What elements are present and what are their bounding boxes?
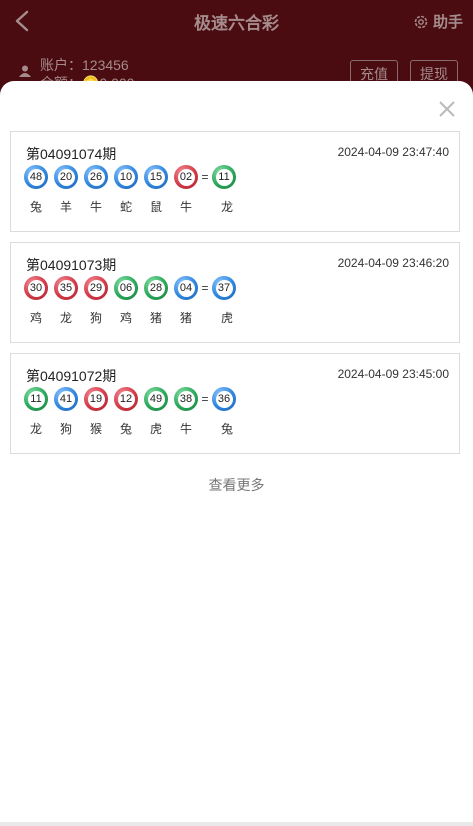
close-icon[interactable] bbox=[437, 99, 457, 119]
ball-number: 35 bbox=[57, 279, 75, 297]
top-bar: 极速六合彩 助手 bbox=[0, 0, 473, 42]
lottery-ball: 38 bbox=[174, 387, 198, 411]
zodiac-label: 鼠 bbox=[149, 200, 162, 214]
ball-number: 04 bbox=[177, 279, 195, 297]
helper-label: 助手 bbox=[432, 14, 463, 31]
user-icon bbox=[19, 65, 31, 77]
zodiac-label: 蛇 bbox=[119, 200, 132, 214]
ball-number: 38 bbox=[177, 390, 195, 408]
lottery-ball: 20 bbox=[54, 165, 78, 189]
lottery-ball: 15 bbox=[144, 165, 168, 189]
lottery-ball: 48 bbox=[24, 165, 48, 189]
zodiac-label: 羊 bbox=[59, 200, 72, 214]
ball-number: 11 bbox=[27, 390, 45, 408]
lottery-ball: 29 bbox=[84, 276, 108, 300]
zodiac-row: 兔羊牛蛇鼠牛龙 bbox=[24, 198, 245, 215]
draw-time: 2024-04-09 23:47:40 bbox=[337, 145, 449, 159]
zodiac-label: 牛 bbox=[89, 200, 102, 214]
zodiac-row: 鸡龙狗鸡猪猪虎 bbox=[24, 309, 245, 326]
zodiac-label: 猪 bbox=[179, 311, 192, 325]
ball-number: 10 bbox=[117, 168, 135, 186]
ball-number: 11 bbox=[215, 168, 233, 186]
zodiac-label: 虎 bbox=[149, 422, 162, 436]
view-more-link[interactable]: 查看更多 bbox=[0, 475, 473, 495]
equals-sign: = bbox=[201, 281, 209, 295]
zodiac-label: 猪 bbox=[149, 311, 162, 325]
lottery-ball: 11 bbox=[24, 387, 48, 411]
ball-number: 20 bbox=[57, 168, 75, 186]
back-arrow-icon[interactable] bbox=[12, 9, 34, 33]
account-id: 账户：123456 bbox=[40, 57, 129, 73]
ball-number: 19 bbox=[87, 390, 105, 408]
lottery-ball: 49 bbox=[144, 387, 168, 411]
draw-period: 第04091073期 bbox=[26, 257, 117, 273]
ball-row: 30 35 29 06 28 04 = 37 bbox=[24, 276, 242, 300]
zodiac-label: 兔 bbox=[29, 200, 42, 214]
ball-number: 48 bbox=[27, 168, 45, 186]
ball-number: 28 bbox=[147, 279, 165, 297]
ball-number: 37 bbox=[215, 279, 233, 297]
draw-period: 第04091072期 bbox=[26, 368, 117, 384]
ball-number: 06 bbox=[117, 279, 135, 297]
zodiac-label: 鸡 bbox=[119, 311, 132, 325]
equals-sign: = bbox=[201, 392, 209, 406]
ball-number: 26 bbox=[87, 168, 105, 186]
zodiac-label: 猴 bbox=[89, 422, 102, 436]
ball-number: 49 bbox=[147, 390, 165, 408]
bottom-divider bbox=[0, 822, 473, 826]
zodiac-label: 牛 bbox=[179, 422, 192, 436]
ball-number: 12 bbox=[117, 390, 135, 408]
draw-time: 2024-04-09 23:46:20 bbox=[337, 256, 449, 270]
lottery-ball: 10 bbox=[114, 165, 138, 189]
zodiac-label: 虎 bbox=[220, 311, 233, 325]
lottery-ball: 06 bbox=[114, 276, 138, 300]
helper-button[interactable]: 助手 bbox=[413, 11, 463, 32]
ball-number: 15 bbox=[147, 168, 165, 186]
draw-time: 2024-04-09 23:45:00 bbox=[337, 367, 449, 381]
zodiac-label: 狗 bbox=[89, 311, 102, 325]
zodiac-label: 兔 bbox=[119, 422, 132, 436]
lottery-ball: 30 bbox=[24, 276, 48, 300]
zodiac-label: 兔 bbox=[220, 422, 233, 436]
zodiac-label: 狗 bbox=[59, 422, 72, 436]
ball-number: 41 bbox=[57, 390, 75, 408]
draw-period: 第04091074期 bbox=[26, 146, 117, 162]
lottery-ball: 41 bbox=[54, 387, 78, 411]
zodiac-label: 鸡 bbox=[29, 311, 42, 325]
zodiac-label: 龙 bbox=[220, 200, 233, 214]
special-ball: 37 bbox=[212, 276, 236, 300]
draw-card: 第04091074期 2024-04-09 23:47:40 48 20 26 10 15 0… bbox=[10, 131, 460, 232]
zodiac-label: 龙 bbox=[59, 311, 72, 325]
equals-sign: = bbox=[201, 170, 209, 184]
zodiac-row: 龙狗猴兔虎牛兔 bbox=[24, 420, 245, 437]
lottery-ball: 35 bbox=[54, 276, 78, 300]
draw-history-sheet: 第04091074期 2024-04-09 23:47:40 48 20 26 10 15 0… bbox=[0, 81, 473, 826]
gear-icon bbox=[414, 15, 428, 28]
lottery-ball: 19 bbox=[84, 387, 108, 411]
lottery-ball: 04 bbox=[174, 276, 198, 300]
ball-row: 48 20 26 10 15 02 = 11 bbox=[24, 165, 242, 189]
ball-number: 30 bbox=[27, 279, 45, 297]
page-title: 极速六合彩 bbox=[194, 13, 279, 33]
lottery-ball: 26 bbox=[84, 165, 108, 189]
lottery-ball: 02 bbox=[174, 165, 198, 189]
draw-card: 第04091073期 2024-04-09 23:46:20 30 35 29 06 28 0… bbox=[10, 242, 460, 343]
ball-number: 02 bbox=[177, 168, 195, 186]
zodiac-label: 龙 bbox=[29, 422, 42, 436]
ball-number: 36 bbox=[215, 390, 233, 408]
draw-card: 第04091072期 2024-04-09 23:45:00 11 41 19 12 49 3… bbox=[10, 353, 460, 454]
special-ball: 11 bbox=[212, 165, 236, 189]
special-ball: 36 bbox=[212, 387, 236, 411]
ball-number: 29 bbox=[87, 279, 105, 297]
lottery-ball: 28 bbox=[144, 276, 168, 300]
zodiac-label: 牛 bbox=[179, 200, 192, 214]
lottery-ball: 12 bbox=[114, 387, 138, 411]
ball-row: 11 41 19 12 49 38 = 36 bbox=[24, 387, 242, 411]
